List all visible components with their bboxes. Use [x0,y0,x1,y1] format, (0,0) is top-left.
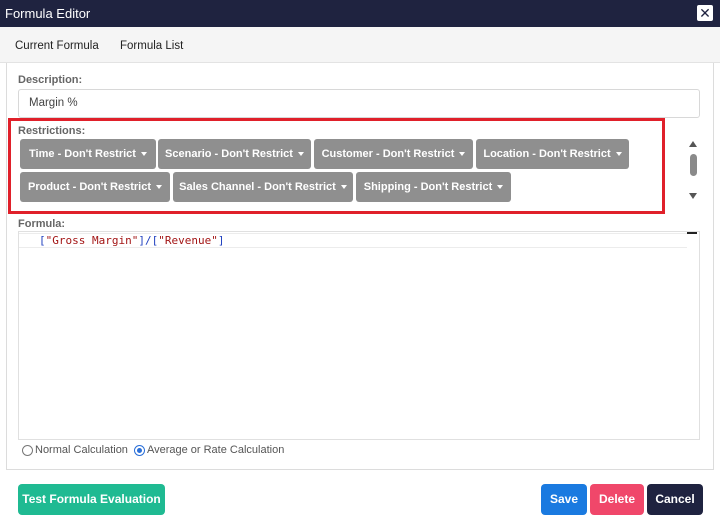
restriction-shipping-dropdown[interactable]: Shipping - Don't Restrict [356,172,511,202]
caret-down-icon [297,152,304,157]
tab-bar: Current Formula Formula List [0,27,720,63]
code-string: "Revenue" [158,234,218,247]
code-bracket: ]/[ [138,234,159,247]
restriction-product-dropdown[interactable]: Product - Don't Restrict [20,172,170,202]
caret-down-icon [615,152,622,157]
restriction-time-label: Time - Don't Restrict [29,148,136,160]
scrollbar-thumb[interactable] [690,154,697,176]
average-rate-calculation-radio[interactable] [133,444,145,456]
restriction-scenario-label: Scenario - Don't Restrict [165,148,293,160]
caret-down-icon [459,152,466,157]
code-string: "Gross Margin" [45,234,139,247]
formula-code: ["Gross Margin"]/["Revenue"] [39,234,224,248]
calculation-type-group: Normal Calculation Average or Rate Calcu… [22,444,284,456]
average-rate-calculation-label: Average or Rate Calculation [146,444,285,456]
delete-button[interactable]: Delete [590,484,644,515]
test-formula-evaluation-button[interactable]: Test Formula Evaluation [18,484,165,515]
description-input[interactable]: Margin % [18,89,700,118]
restriction-customer-dropdown[interactable]: Customer - Don't Restrict [314,139,473,169]
formula-editor[interactable]: ["Gross Margin"]/["Revenue"] [18,231,700,440]
normal-calculation-radio[interactable] [22,444,33,456]
formula-label: Formula: [18,218,66,230]
code-bracket: ] [217,234,225,247]
description-label: Description: [18,74,83,86]
scroll-up-arrow-icon[interactable] [689,141,697,147]
window-title: Formula Editor [5,6,91,21]
restriction-time-dropdown[interactable]: Time - Don't Restrict [20,139,156,169]
restriction-location-dropdown[interactable]: Location - Don't Restrict [476,139,629,169]
caret-down-icon [140,152,147,157]
restriction-shipping-label: Shipping - Don't Restrict [363,181,493,193]
close-icon[interactable]: ✕ [697,5,713,21]
restriction-product-label: Product - Don't Restrict [27,181,151,193]
title-bar: Formula Editor ✕ [0,0,720,27]
tab-formula-list[interactable]: Formula List [120,40,183,52]
tab-current-formula[interactable]: Current Formula [15,40,99,52]
scroll-down-arrow-icon[interactable] [689,193,697,199]
restriction-sales-channel-label: Sales Channel - Don't Restrict [179,181,336,193]
restriction-scenario-dropdown[interactable]: Scenario - Don't Restrict [158,139,311,169]
code-bracket: [ [39,234,46,247]
editor-cursor-marker [687,232,697,234]
caret-down-icon [340,185,347,190]
restriction-location-label: Location - Don't Restrict [483,148,611,160]
save-button[interactable]: Save [541,484,587,515]
caret-down-icon [497,185,504,190]
restriction-sales-channel-dropdown[interactable]: Sales Channel - Don't Restrict [173,172,353,202]
cancel-button[interactable]: Cancel [647,484,703,515]
restriction-customer-label: Customer - Don't Restrict [321,148,455,160]
normal-calculation-label: Normal Calculation [35,444,128,456]
caret-down-icon [156,185,162,190]
